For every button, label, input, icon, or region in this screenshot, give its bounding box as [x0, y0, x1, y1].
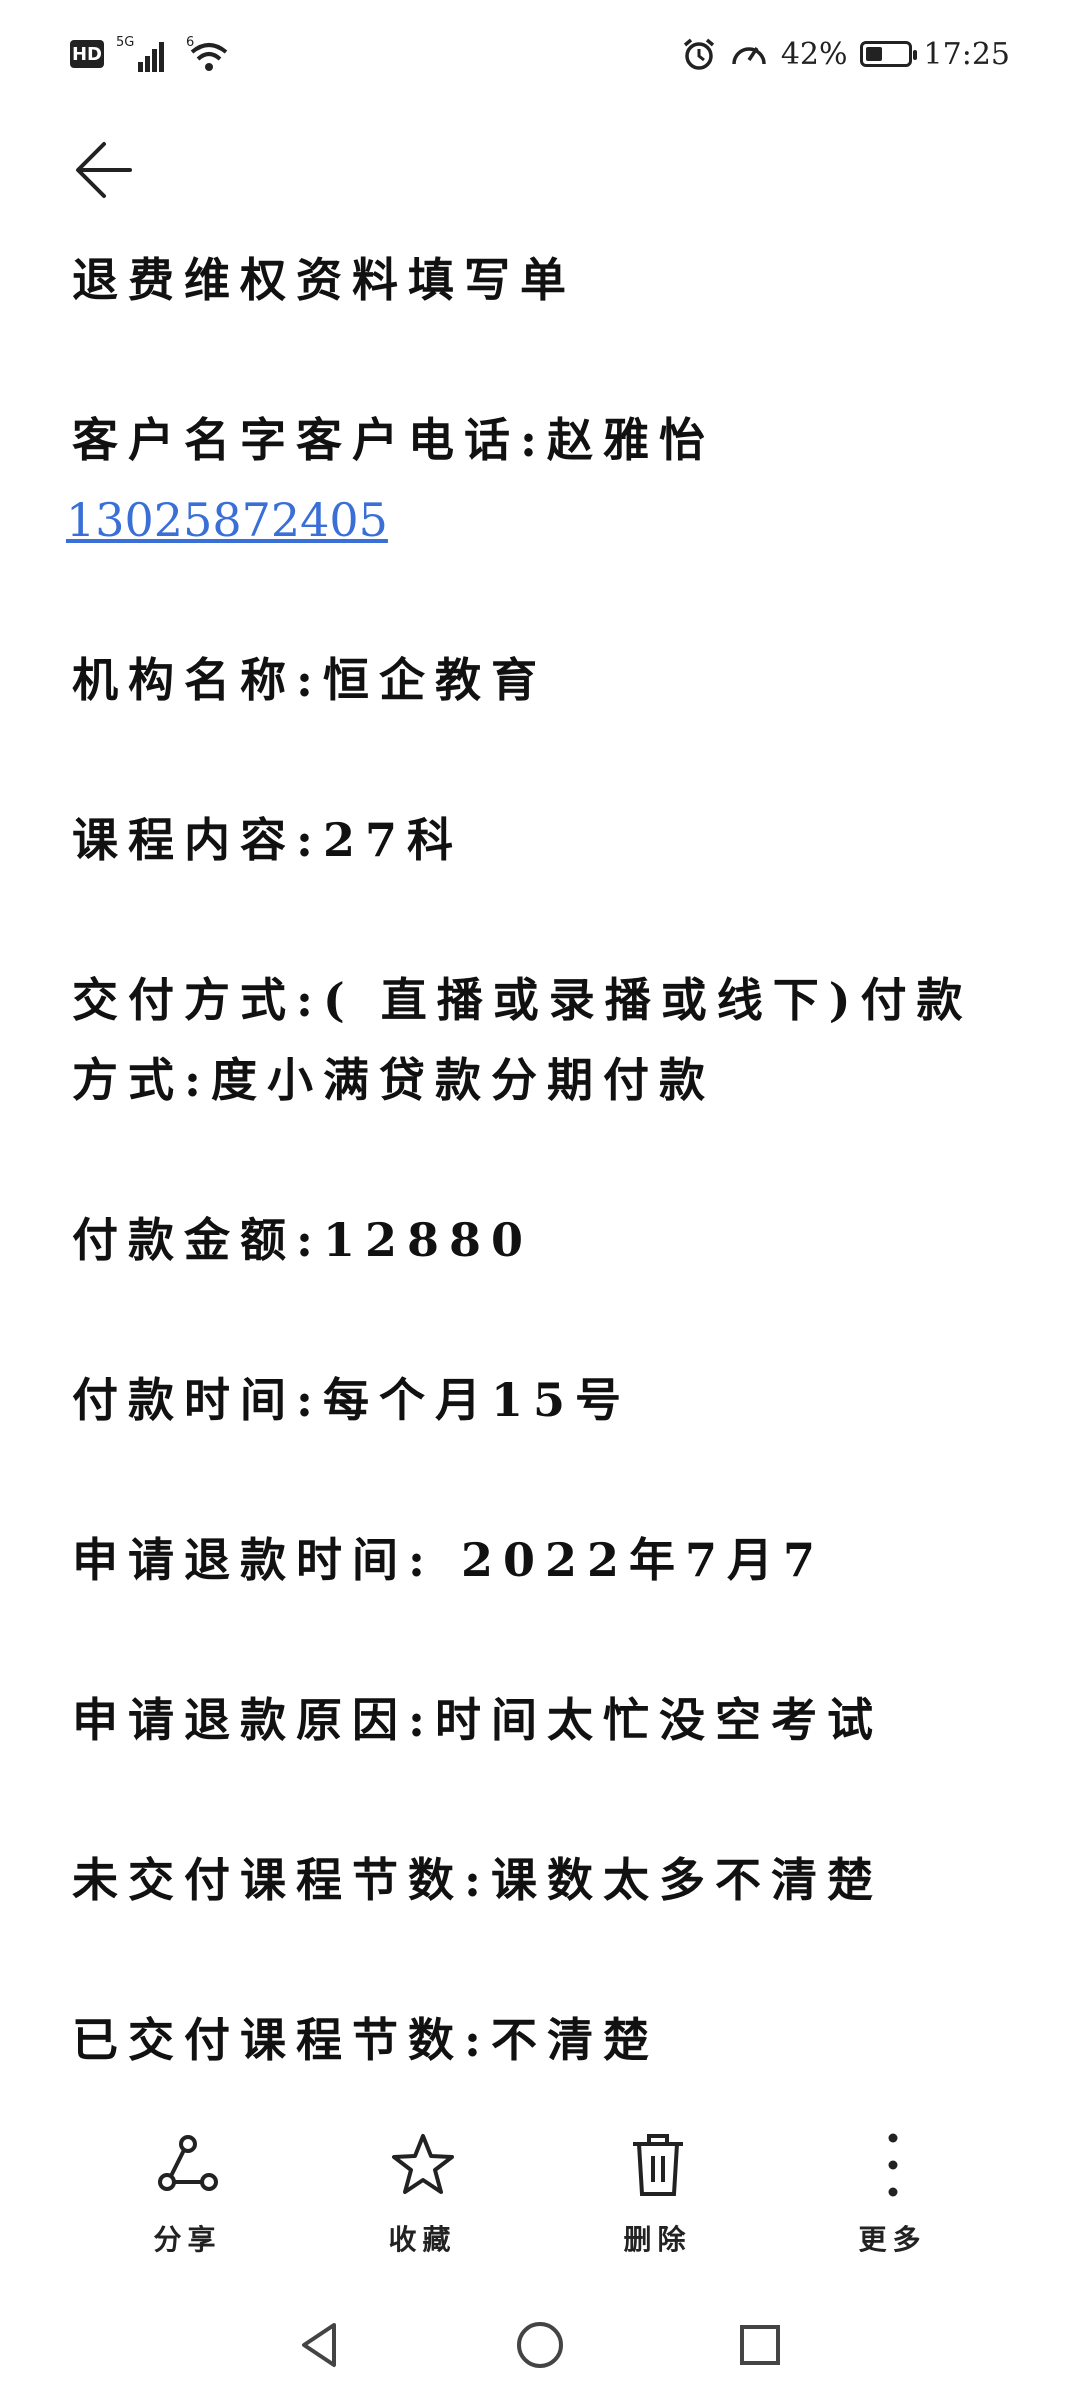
refund-reason-line: 申请退款原因:时间太忙没空考试	[72, 1693, 883, 1747]
delivered-line: 已交付课程节数:不清楚	[72, 2013, 659, 2067]
favorite-label: 收藏	[388, 2223, 457, 2256]
refund-time-line: 申请退款时间: 2022年7月7	[72, 1533, 826, 1587]
favorite-button[interactable]: 收藏	[333, 2130, 513, 2258]
status-left: HD 5G 6	[70, 32, 234, 76]
signal-icon: 5G	[116, 35, 164, 72]
trash-icon	[632, 2134, 683, 2196]
delete-label: 删除	[623, 2223, 692, 2256]
speedometer-icon	[732, 47, 766, 65]
battery-percent: 42%	[780, 36, 848, 72]
note-content[interactable]: 退费维权资料填写单 客户名字客户电话:赵雅怡 13025872405 机构名称:…	[66, 240, 1002, 2160]
hd-badge: HD	[70, 40, 104, 68]
back-button[interactable]	[70, 130, 150, 210]
more-vertical-icon	[888, 2133, 897, 2197]
nav-home-icon[interactable]	[510, 2315, 570, 2375]
course-line: 课程内容:27科	[72, 813, 463, 867]
note-title: 退费维权资料填写单	[72, 253, 576, 307]
arrow-left-icon	[76, 142, 132, 198]
system-nav-bar	[0, 2300, 1080, 2390]
svg-text:5G: 5G	[116, 35, 134, 50]
battery-fill	[865, 47, 883, 61]
pay-time-line: 付款时间:每个月15号	[72, 1373, 631, 1427]
nav-recents-icon[interactable]	[730, 2315, 790, 2375]
undelivered-line: 未交付课程节数:课数太多不清楚	[72, 1853, 883, 1907]
share-button[interactable]: 分享	[98, 2130, 278, 2258]
status-right: 42% 17:25	[681, 28, 1010, 80]
battery-icon	[859, 41, 917, 67]
alarm-icon	[683, 38, 714, 70]
star-icon	[391, 2134, 454, 2194]
action-bar: 分享 收藏 删除 更多	[0, 2130, 1080, 2280]
share-icon	[157, 2135, 218, 2191]
customer-line: 客户名字客户电话:赵雅怡	[72, 413, 715, 467]
org-line: 机构名称:恒企教育	[72, 653, 547, 707]
more-label: 更多	[858, 2223, 927, 2256]
customer-block: 客户名字客户电话:赵雅怡 13025872405	[66, 400, 1002, 560]
status-bar: HD 5G 6 42% 17:25	[0, 0, 1080, 110]
amount-line: 付款金额:12880	[72, 1213, 534, 1267]
svg-text:6: 6	[186, 35, 194, 50]
wifi-icon: 6	[186, 35, 228, 71]
delete-button[interactable]: 删除	[568, 2130, 748, 2258]
phone-link[interactable]: 13025872405	[66, 480, 1002, 560]
delivery-line: 交付方式:( 直播或录播或线下)付款方式:度小满贷款分期付款	[72, 973, 973, 1107]
share-label: 分享	[153, 2223, 222, 2256]
more-button[interactable]: 更多	[803, 2130, 983, 2258]
clock: 17:25	[923, 36, 1010, 72]
nav-back-icon[interactable]	[290, 2315, 350, 2375]
